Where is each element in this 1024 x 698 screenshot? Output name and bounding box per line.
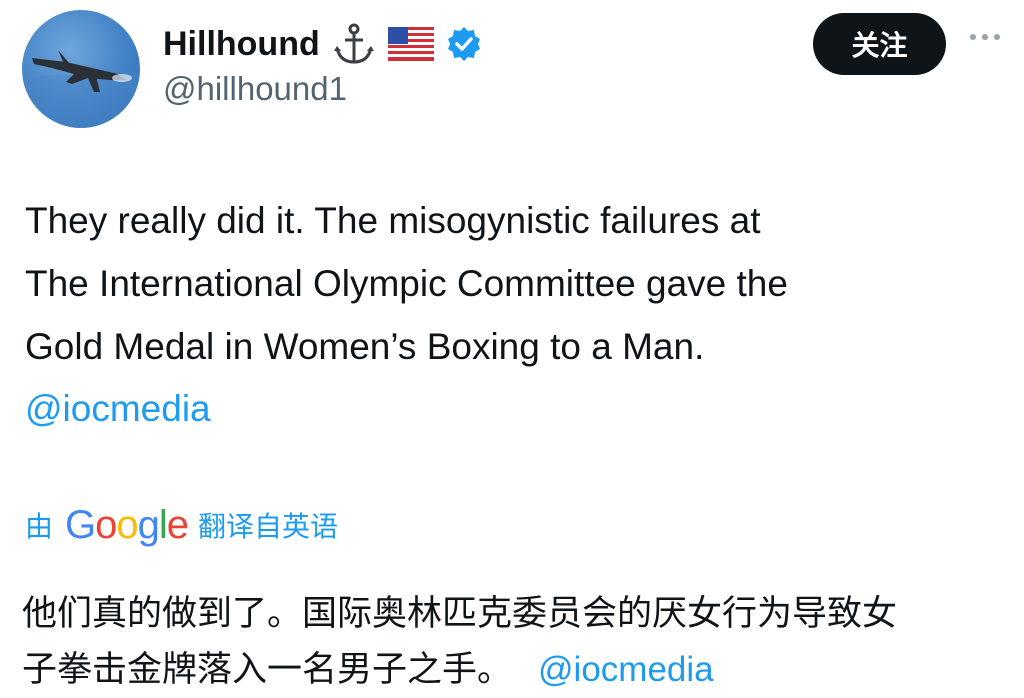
translated-line: 他们真的做到了。国际奥林匹克委员会的厌女行为导致女 <box>22 594 898 634</box>
anchor-icon <box>332 22 376 66</box>
tweet-line: Gold Medal in Women’s Boxing to a Man. <box>25 326 705 367</box>
tweet-line: They really did it. The misogynistic fai… <box>25 200 761 241</box>
mention-link[interactable]: @iocmedia <box>25 377 211 440</box>
avatar[interactable] <box>22 10 140 128</box>
fighter-jet-image <box>22 50 140 128</box>
google-logo: Google <box>65 502 189 547</box>
translated-mention-link[interactable]: @iocmedia <box>538 650 714 689</box>
follow-button[interactable]: 关注 <box>813 13 946 75</box>
verified-badge-icon <box>446 26 482 62</box>
translated-by-label: 由 <box>25 510 54 543</box>
translated-text: 他们真的做到了。国际奥林匹克委员会的厌女行为导致女 子拳击金牌落入一名男子之手。… <box>22 586 1022 698</box>
translated-from-label: 翻译自英语 <box>198 510 339 543</box>
author-row: Hillhound <box>163 20 482 68</box>
display-name[interactable]: Hillhound <box>163 25 320 64</box>
tweet-line: The International Olympic Committee gave… <box>25 263 788 304</box>
tweet-text: They really did it. The misogynistic fai… <box>25 189 1015 378</box>
translation-attribution[interactable]: 由 Google 翻译自英语 <box>25 501 338 549</box>
more-icon[interactable] <box>970 34 1000 40</box>
us-flag-icon <box>387 27 434 61</box>
user-handle[interactable]: @hillhound1 <box>163 70 347 108</box>
translated-line: 子拳击金牌落入一名男子之手。 @iocmedia <box>22 650 714 690</box>
